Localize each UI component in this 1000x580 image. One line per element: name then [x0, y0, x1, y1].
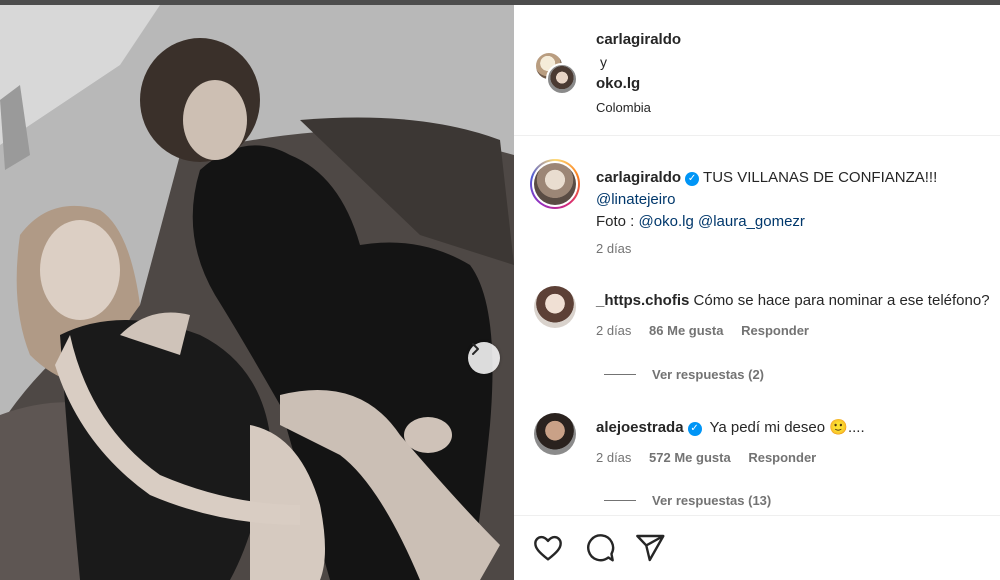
chevron-right-icon — [472, 343, 479, 355]
comment-text: Cómo se hace para nominar a ese teléfono… — [693, 292, 990, 309]
divider — [604, 500, 636, 501]
header-username-1[interactable]: carlagiraldo — [596, 31, 681, 48]
comment-likes[interactable]: 572 Me gusta — [649, 450, 731, 465]
comment-username[interactable]: _https.chofis — [596, 292, 689, 309]
mention-link[interactable]: @linatejeiro — [596, 191, 675, 208]
heart-icon — [534, 535, 562, 561]
like-button[interactable] — [532, 532, 564, 564]
comment-time[interactable]: 2 días — [596, 323, 631, 338]
verified-badge-icon: ✓ — [685, 172, 700, 186]
comments-section[interactable]: carlagiraldo ✓ TUS VILLANAS DE CONFIANZA!!… — [514, 137, 1000, 515]
comment-button[interactable] — [584, 532, 616, 564]
post-photo[interactable] — [0, 5, 514, 580]
emoji: 🙂 — [829, 419, 848, 436]
comment-text: Ya pedí mi deseo — [709, 419, 826, 436]
view-replies-button[interactable]: Ver respuestas (13) — [604, 493, 771, 508]
comment-username[interactable]: alejoestrada — [596, 419, 684, 436]
caption-username[interactable]: carlagiraldo — [596, 169, 681, 186]
post-location[interactable]: Colombia — [596, 100, 651, 115]
avatar[interactable] — [534, 286, 576, 328]
view-replies-label: Ver respuestas (2) — [652, 367, 765, 382]
caption-time[interactable]: 2 días — [596, 241, 631, 256]
mention-link[interactable]: @oko.lg — [639, 213, 694, 230]
share-icon — [636, 534, 665, 562]
post-header: carlagiraldo y oko.lg Colombia — [514, 5, 1000, 136]
caption: carlagiraldo ✓ TUS VILLANAS DE CONFIANZA!!… — [596, 167, 996, 233]
comment-meta: 2 días 86 Me gusta Responder — [596, 323, 823, 338]
avatar[interactable] — [534, 413, 576, 455]
comment-meta: 2 días 572 Me gusta Responder — [596, 450, 830, 465]
comment-text-row: alejoestrada ✓ Ya pedí mi deseo 🙂.... — [596, 418, 865, 438]
share-button[interactable] — [634, 532, 666, 564]
caption-text: TUS VILLANAS DE CONFIANZA!!! — [703, 169, 938, 186]
reply-button[interactable]: Responder — [748, 450, 816, 465]
mention-link[interactable]: @laura_gomezr — [698, 213, 805, 230]
caption-foto-prefix: Foto : — [596, 213, 639, 230]
avatar[interactable] — [546, 63, 578, 95]
view-replies-button[interactable]: Ver respuestas (2) — [604, 367, 764, 382]
comment-time[interactable]: 2 días — [596, 450, 631, 465]
view-replies-label: Ver respuestas (13) — [652, 493, 772, 508]
comment-likes[interactable]: 86 Me gusta — [649, 323, 723, 338]
caption-avatar[interactable] — [530, 159, 580, 209]
divider — [604, 374, 636, 375]
reply-button[interactable]: Responder — [741, 323, 809, 338]
verified-badge-icon: ✓ — [687, 422, 702, 436]
comment-text-row: _https.chofis Cómo se hace para nominar … — [596, 291, 990, 311]
header-username-2[interactable]: oko.lg — [596, 75, 640, 92]
action-bar — [514, 515, 1000, 580]
caption-meta: 2 días — [596, 241, 645, 256]
photo-illustration — [0, 5, 514, 580]
comment-icon — [587, 534, 615, 562]
comment-trailing: .... — [847, 419, 865, 436]
next-photo-button[interactable] — [468, 342, 500, 374]
collab-avatars[interactable] — [534, 51, 580, 97]
post-sidebar: carlagiraldo y oko.lg Colombia carlagira… — [514, 5, 1000, 580]
header-connector: y — [600, 54, 607, 70]
